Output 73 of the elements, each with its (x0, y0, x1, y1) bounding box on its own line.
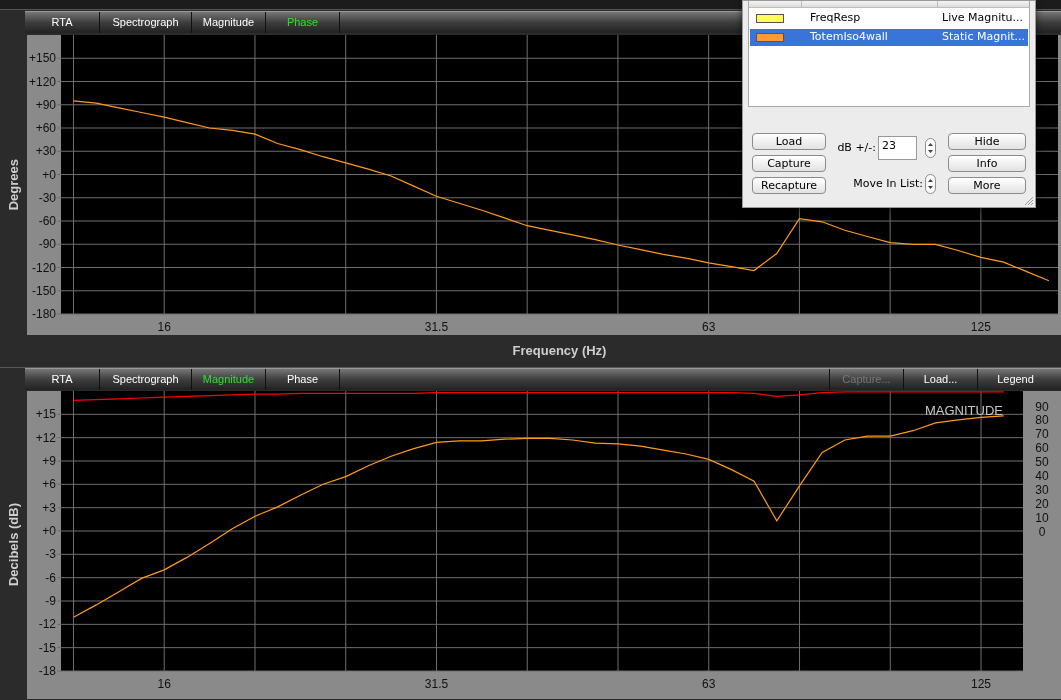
y-tick-label: +0 (42, 524, 56, 538)
dialog-button[interactable]: Capture (752, 155, 826, 172)
view-tab[interactable]: Spectrograph (100, 12, 192, 33)
x-tick-label: 63 (701, 320, 716, 334)
y-tick-label: -120 (31, 260, 56, 275)
y-tick-label: +150 (28, 51, 56, 66)
x-tick-label: 16 (157, 320, 171, 334)
right-axis-label: 20 (1035, 496, 1049, 511)
y-tick-label: +15 (35, 407, 56, 422)
y-tick-label: -18 (38, 664, 56, 678)
y-tick-label: -6 (45, 570, 56, 585)
dialog-button[interactable]: Load (752, 133, 826, 150)
y-tick-label: -150 (31, 283, 56, 298)
y-tick-label: -9 (45, 594, 56, 608)
y-tick-label: +6 (42, 477, 56, 492)
legend-row[interactable]: TotemIso4wall Static Magnit... (750, 29, 1028, 46)
right-axis-label: 60 (1035, 441, 1049, 456)
stepper-control[interactable] (925, 174, 936, 194)
resize-grip-icon[interactable] (1024, 196, 1034, 206)
row-type: Static Magnit... (942, 29, 1025, 46)
stepper-control[interactable] (925, 138, 936, 158)
y-tick-label: -15 (38, 640, 56, 655)
view-tab[interactable]: Phase (266, 369, 340, 390)
row-description: FreqResp (810, 10, 862, 27)
right-axis-label: 0 (1038, 524, 1046, 539)
y-tick-label: +90 (35, 97, 56, 112)
x-tick-label: 63 (702, 677, 716, 691)
y-tick-label: +60 (35, 121, 56, 135)
y-tick-label: -90 (38, 237, 56, 252)
y-tick-label: +120 (28, 74, 56, 89)
dialog-button[interactable]: Hide (948, 133, 1026, 150)
x-tick-label: 125 (970, 320, 991, 334)
y-tick-label: -3 (45, 547, 56, 562)
chart-overlay-label: MAGNITUDE (925, 403, 1003, 418)
y-tick-label: +12 (35, 430, 56, 445)
field-label: Move In List: (853, 175, 923, 192)
right-axis-label: 70 (1035, 427, 1049, 442)
row-type: Live Magnitu... (942, 10, 1023, 27)
dialog-button[interactable]: More (948, 177, 1026, 194)
y-tick-label: -30 (38, 190, 56, 205)
view-tab[interactable]: Magnitude (192, 369, 266, 390)
field-label: dB +/-: (837, 139, 876, 156)
axis-title: Decibels (dB) (4, 503, 22, 587)
y-tick-label: +9 (42, 454, 56, 468)
dialog-button[interactable]: Info (948, 155, 1026, 172)
y-tick-label: +3 (42, 500, 56, 515)
y-tick-label: -180 (31, 307, 56, 321)
toolbar-button[interactable]: Load... (903, 369, 977, 390)
y-tick-label: -60 (38, 214, 56, 228)
y-tick-label: +30 (35, 144, 56, 159)
view-tab[interactable]: Phase (266, 12, 340, 33)
x-tick-label: 16 (157, 677, 171, 691)
y-tick-label: +0 (42, 167, 56, 182)
view-tab[interactable]: RTA (25, 12, 100, 33)
toolbar-button[interactable]: Legend (977, 369, 1053, 390)
x-tick-label: 31.5 (424, 677, 449, 691)
view-tab[interactable]: Magnitude (192, 12, 266, 33)
row-description: TotemIso4wall (810, 29, 889, 46)
view-tab[interactable]: RTA (25, 369, 100, 390)
right-axis-label: 10 (1035, 510, 1049, 525)
right-axis-label: 50 (1035, 455, 1049, 470)
right-axis-label: 80 (1035, 413, 1049, 428)
axis-title: Frequency (Hz) (512, 342, 607, 361)
db-range-field[interactable]: 23 (878, 136, 917, 160)
dialog-button[interactable]: Recapture (752, 177, 826, 194)
axis-title: Degrees (4, 159, 22, 211)
view-tab[interactable]: Spectrograph (100, 369, 192, 390)
x-tick-label: 31.5 (424, 320, 449, 334)
y-tick-label: -12 (38, 617, 56, 632)
right-axis-label: 40 (1035, 469, 1049, 483)
right-axis-label: 90 (1035, 399, 1049, 414)
right-axis-label: 30 (1035, 482, 1049, 497)
x-tick-label: 125 (971, 677, 992, 691)
